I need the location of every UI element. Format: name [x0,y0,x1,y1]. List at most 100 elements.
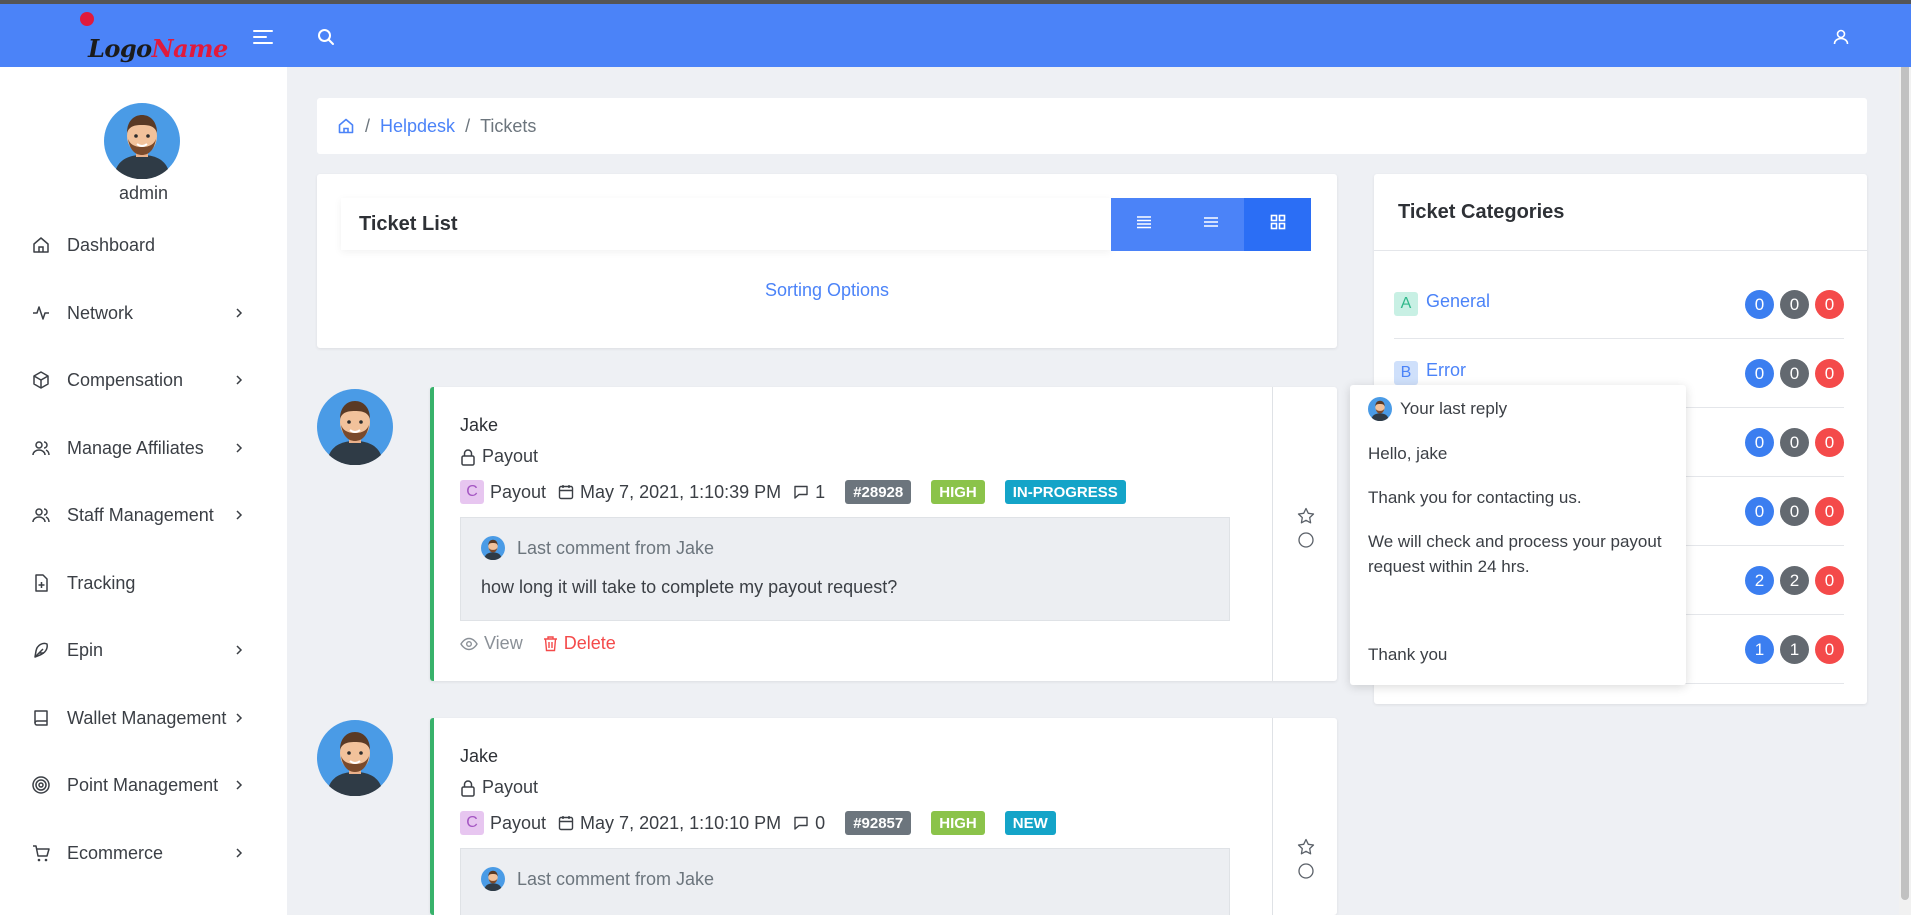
count-badge: 0 [1780,290,1809,319]
ticket-id-badge: #28928 [845,480,912,504]
lock-icon [460,779,476,797]
grid-icon [1270,214,1286,235]
chevron-right-icon [232,441,246,455]
breadcrumb: / Helpdesk / Tickets [317,98,1867,154]
chevron-right-icon [232,373,246,387]
ticket-subject-text: Payout [482,446,539,466]
user-icon[interactable] [1828,24,1854,50]
search-icon[interactable] [313,24,339,50]
category-counts: 0 0 0 [1745,359,1844,388]
cart-icon [30,842,52,864]
ticket-comment-count: 1 [815,481,826,502]
ticket-subject-text: Payout [482,777,539,797]
count-badge: 0 [1745,428,1774,457]
sorting-options-link[interactable]: Sorting Options [317,280,1337,301]
category-counts: 2 2 0 [1745,566,1844,595]
sidebar-item-label: Network [67,302,134,323]
count-badge: 0 [1780,359,1809,388]
category-name-link[interactable]: Error [1426,360,1466,381]
star-icon[interactable] [1297,507,1315,525]
menu-lines-icon [1203,215,1219,234]
last-comment-label: Last comment from Jake [517,868,715,889]
comment-icon [793,484,809,500]
scrollbar-thumb[interactable] [1901,20,1909,900]
users-icon [30,504,52,526]
sidebar-item-label: Epin [67,639,104,660]
last-comment-box: Last comment from Jake [460,848,1230,915]
breadcrumb-current: Tickets [480,115,537,136]
sidebar-item-compensation[interactable]: Compensation [0,355,287,405]
home-icon[interactable] [337,117,355,135]
ticket-list-title: Ticket List [341,198,1111,250]
calendar-icon [558,815,574,831]
grid-view-button[interactable] [1244,198,1312,251]
count-badge: 0 [1815,428,1844,457]
sidebar-item-tracking[interactable]: Tracking [0,558,287,608]
category-counts: 1 1 0 [1745,635,1844,664]
menu-toggle-icon[interactable] [250,24,276,50]
last-reply-popover: Your last reply Hello, jake Thank you fo… [1350,385,1686,685]
last-comment-header: Last comment from Jake [481,536,714,560]
status-badge: NEW [1004,811,1056,835]
breadcrumb-separator: / [465,115,471,136]
chevron-right-icon [232,846,246,860]
radio-circle-icon[interactable] [1297,531,1315,549]
sidebar-item-network[interactable]: Network [0,288,287,338]
radio-circle-icon[interactable] [1297,862,1315,880]
file-plus-icon [30,572,52,594]
category-counts: 0 0 0 [1745,290,1844,319]
sidebar-item-manage-affiliates[interactable]: Manage Affiliates [0,423,287,473]
view-ticket-button[interactable]: View [460,633,523,654]
ticket-subject: Payout [460,446,538,467]
count-badge: 0 [1815,497,1844,526]
ticket-divider [1272,387,1273,681]
profile-username: admin [118,183,169,203]
ticket-user-avatar[interactable] [317,389,393,466]
chevron-right-icon [232,508,246,522]
list-view-button[interactable] [1111,198,1178,251]
breadcrumb-helpdesk-link[interactable]: Helpdesk [380,116,455,137]
popover-line: We will check and process your payout re… [1368,532,1662,576]
count-badge: 0 [1815,635,1844,664]
sidebar-item-staff-management[interactable]: Staff Management [0,490,287,540]
category-row-general[interactable]: A General 0 0 0 [1394,270,1844,339]
ticket-subject: Payout [460,777,538,798]
ticket-actions: View Delete [460,633,616,654]
sidebar-item-ecommerce[interactable]: Ecommerce [0,828,287,878]
count-badge: 2 [1780,566,1809,595]
sidebar-item-label: Ecommerce [67,842,164,863]
last-comment-label: Last comment from Jake [517,537,715,558]
last-comment-text: how long it will take to complete my pay… [481,577,898,597]
sidebar-item-point-management[interactable]: Point Management [0,760,287,810]
compact-view-button[interactable] [1177,198,1245,251]
ticket-meta: C Payout May 7, 2021, 1:10:10 PM 0 #9285… [460,810,1056,836]
sidebar-item-label: Dashboard [67,234,156,255]
logo[interactable]: LogoName [78,12,228,64]
category-letter-badge: C [460,480,484,504]
breadcrumb-separator: / [365,115,371,136]
sidebar-item-dashboard[interactable]: Dashboard [0,220,287,270]
count-badge: 1 [1745,635,1774,664]
ticket-card: Jake Payout C Payout May 7, 2021, 1:10:1… [430,718,1337,915]
ticket-requester-name: Jake [460,746,499,766]
ticket-comment-count: 0 [815,812,826,833]
calendar-icon [558,484,574,500]
ticket-user-avatar[interactable] [317,720,393,797]
ticket-category: Payout [490,481,547,502]
profile-avatar[interactable] [104,103,180,180]
popover-title: Your last reply [1400,399,1508,418]
sidebar-item-wallet-management[interactable]: Wallet Management [0,693,287,743]
category-letter-badge: C [460,811,484,835]
category-name-link[interactable]: General [1426,291,1490,312]
delete-ticket-button[interactable]: Delete [543,633,616,654]
page-scrollbar[interactable] [1899,4,1911,915]
last-comment-header: Last comment from Jake [481,867,714,891]
trash-icon [543,635,558,652]
sidebar-item-epin[interactable]: Epin [0,625,287,675]
lock-icon [460,448,476,466]
count-badge: 0 [1745,497,1774,526]
ticket-category: Payout [490,812,547,833]
star-icon[interactable] [1297,838,1315,856]
count-badge: 0 [1745,290,1774,319]
status-badge: IN-PROGRESS [1004,480,1126,504]
